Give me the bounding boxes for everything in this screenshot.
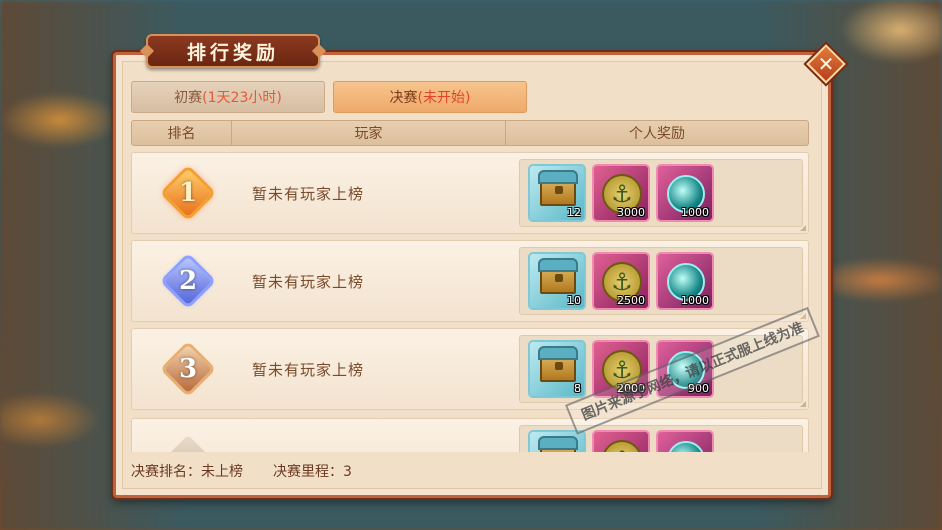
- reward-item[interactable]: [656, 430, 714, 452]
- final-rank-value: 未上榜: [201, 464, 243, 480]
- anchor-coin-icon: ⚓: [602, 440, 642, 452]
- close-icon: ✕: [817, 52, 835, 76]
- final-mileage-stat: 决赛里程：3: [273, 461, 352, 481]
- rank-badge-plain: [162, 433, 214, 452]
- table-row: ⚓: [131, 418, 809, 452]
- table-row: 1 暂未有玩家上榜 12 ⚓ 3000 1000: [131, 152, 809, 234]
- player-name: 暂未有玩家上榜: [252, 273, 365, 291]
- treasure-chest-icon: [538, 436, 578, 452]
- reward-count: 8: [574, 382, 581, 395]
- reward-count: 3000: [617, 206, 645, 219]
- reward-count: 2500: [617, 294, 645, 307]
- final-mileage-label: 决赛里程：: [273, 464, 343, 480]
- header-rank: 排名: [132, 121, 232, 145]
- reward-list: ⚓: [519, 425, 803, 452]
- reward-list: 10 ⚓ 2500 1000: [519, 247, 803, 315]
- reward-item[interactable]: 1000: [656, 252, 714, 310]
- player-name: 暂未有玩家上榜: [252, 185, 365, 203]
- header-player: 玩家: [232, 121, 506, 145]
- rank-badge-gold: 1: [162, 167, 214, 219]
- panel-title-text: 排行奖励: [186, 41, 279, 64]
- ranking-list[interactable]: 1 暂未有玩家上榜 12 ⚓ 3000 1000 2 暂未有玩家上榜 10 ⚓ 25…: [131, 152, 811, 452]
- close-button[interactable]: ✕: [806, 44, 846, 84]
- final-rank-stat: 决赛排名：未上榜: [131, 461, 243, 481]
- player-name: 暂未有玩家上榜: [252, 361, 365, 379]
- final-rank-label: 决赛排名：: [131, 464, 201, 480]
- table-row: 2 暂未有玩家上榜 10 ⚓ 2500 1000: [131, 240, 809, 322]
- reward-item[interactable]: ⚓ 2500: [592, 252, 650, 310]
- reward-count: 1000: [681, 206, 709, 219]
- reward-item[interactable]: 10: [528, 252, 586, 310]
- rank-badge-silver: 2: [162, 255, 214, 307]
- tab-preliminary-label: 初赛: [174, 90, 203, 106]
- treasure-chest-icon: [538, 258, 578, 294]
- reward-count: 12: [567, 206, 581, 219]
- tab-final-label: 决赛: [389, 90, 418, 106]
- treasure-chest-icon: [538, 170, 578, 206]
- footer-stats: 决赛排名：未上榜 决赛里程：3: [131, 461, 352, 481]
- rank-number: 3: [178, 354, 198, 384]
- tab-preliminary-status: (1天23小时): [202, 90, 282, 106]
- table-header: 排名 玩家 个人奖励: [131, 120, 809, 146]
- rank-number: 2: [178, 266, 198, 296]
- panel-title: 排行奖励: [146, 34, 320, 68]
- final-mileage-value: 3: [343, 464, 352, 480]
- teal-orb-icon: [667, 441, 705, 452]
- reward-item[interactable]: ⚓: [592, 430, 650, 452]
- reward-list: 12 ⚓ 3000 1000: [519, 159, 803, 227]
- reward-item[interactable]: 12: [528, 164, 586, 222]
- rank-badge-frame: [163, 434, 213, 452]
- rank-number: 1: [178, 178, 198, 208]
- tab-final-status: (未开始): [417, 90, 471, 106]
- reward-count: 10: [567, 294, 581, 307]
- header-reward: 个人奖励: [629, 126, 685, 142]
- tab-final[interactable]: 决赛 (未开始): [333, 81, 527, 113]
- reward-item[interactable]: 8: [528, 340, 586, 398]
- reward-item[interactable]: ⚓ 3000: [592, 164, 650, 222]
- reward-count: 1000: [681, 294, 709, 307]
- rank-badge-bronze: 3: [162, 343, 214, 395]
- tab-preliminary[interactable]: 初赛 (1天23小时): [131, 81, 325, 113]
- treasure-chest-icon: [538, 346, 578, 382]
- reward-item[interactable]: 1000: [656, 164, 714, 222]
